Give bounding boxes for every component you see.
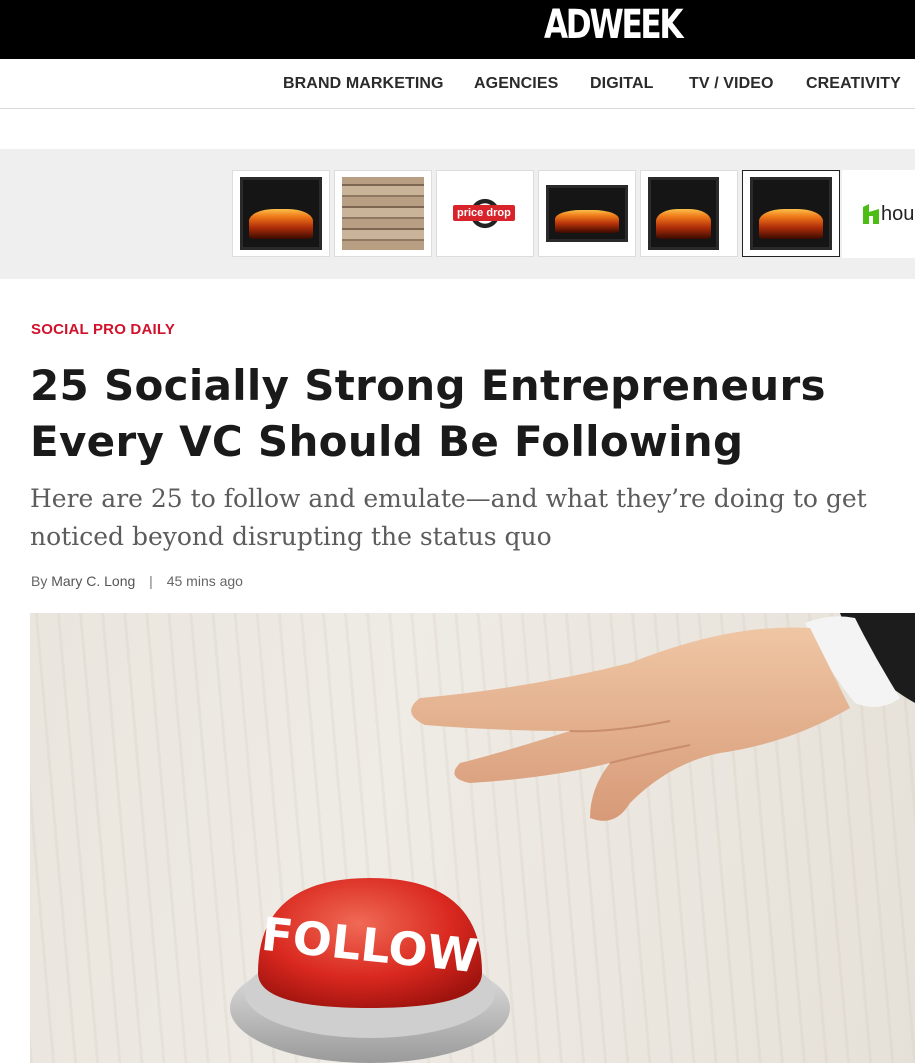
top-bar: ADWEEK — [0, 0, 915, 59]
houzz-wordmark: hou — [881, 203, 915, 225]
byline: By Mary C. Long | 45 mins ago — [31, 573, 243, 589]
adweek-logo[interactable]: ADWEEK — [544, 4, 684, 46]
byline-prefix: By — [31, 573, 48, 589]
main-nav: BRAND MARKETING AGENCIES DIGITAL TV / VI… — [0, 59, 915, 109]
nav-tv-video[interactable]: TV / VIDEO — [689, 75, 774, 93]
nav-brand-marketing[interactable]: BRAND MARKETING — [283, 75, 444, 93]
houzz-brand[interactable]: hou — [842, 170, 915, 258]
ad-thumbnail-stone-panel[interactable] — [334, 170, 432, 257]
hero-image: FOLLOW — [30, 613, 915, 1063]
fireplace-insert-image — [546, 185, 628, 242]
article-dek: Here are 25 to follow and emulate—and wh… — [30, 484, 867, 551]
ad-thumbnail-curved-fireplace[interactable] — [640, 170, 738, 257]
hand-follow-button-illustration: FOLLOW — [230, 613, 915, 1063]
article-headline: 25 Socially Strong Entrepreneurs Every V… — [30, 361, 826, 466]
ad-thumbnail-tile[interactable]: price drop — [436, 170, 534, 257]
article-category[interactable]: SOCIAL PRO DAILY — [31, 321, 175, 338]
ad-thumbnail-fireplace[interactable] — [232, 170, 330, 257]
ad-banner: price drop hou — [0, 149, 915, 279]
nav-creativity[interactable]: CREATIVITY — [806, 75, 901, 93]
nav-agencies[interactable]: AGENCIES — [474, 75, 558, 93]
curved-fireplace-image — [648, 177, 719, 250]
fireplace-image — [240, 177, 322, 250]
ad-thumbnail-fireplace-selected[interactable] — [742, 170, 840, 257]
ad-thumbnail-fireplace-insert[interactable] — [538, 170, 636, 257]
author-link[interactable]: Mary C. Long — [51, 573, 135, 589]
timestamp: 45 mins ago — [166, 573, 243, 589]
byline-separator: | — [149, 573, 153, 589]
fireplace-image — [750, 177, 832, 250]
stone-panel-image — [342, 177, 424, 250]
nav-digital[interactable]: DIGITAL — [590, 75, 654, 93]
houzz-logo-icon — [863, 204, 879, 224]
price-drop-badge: price drop — [453, 205, 515, 221]
